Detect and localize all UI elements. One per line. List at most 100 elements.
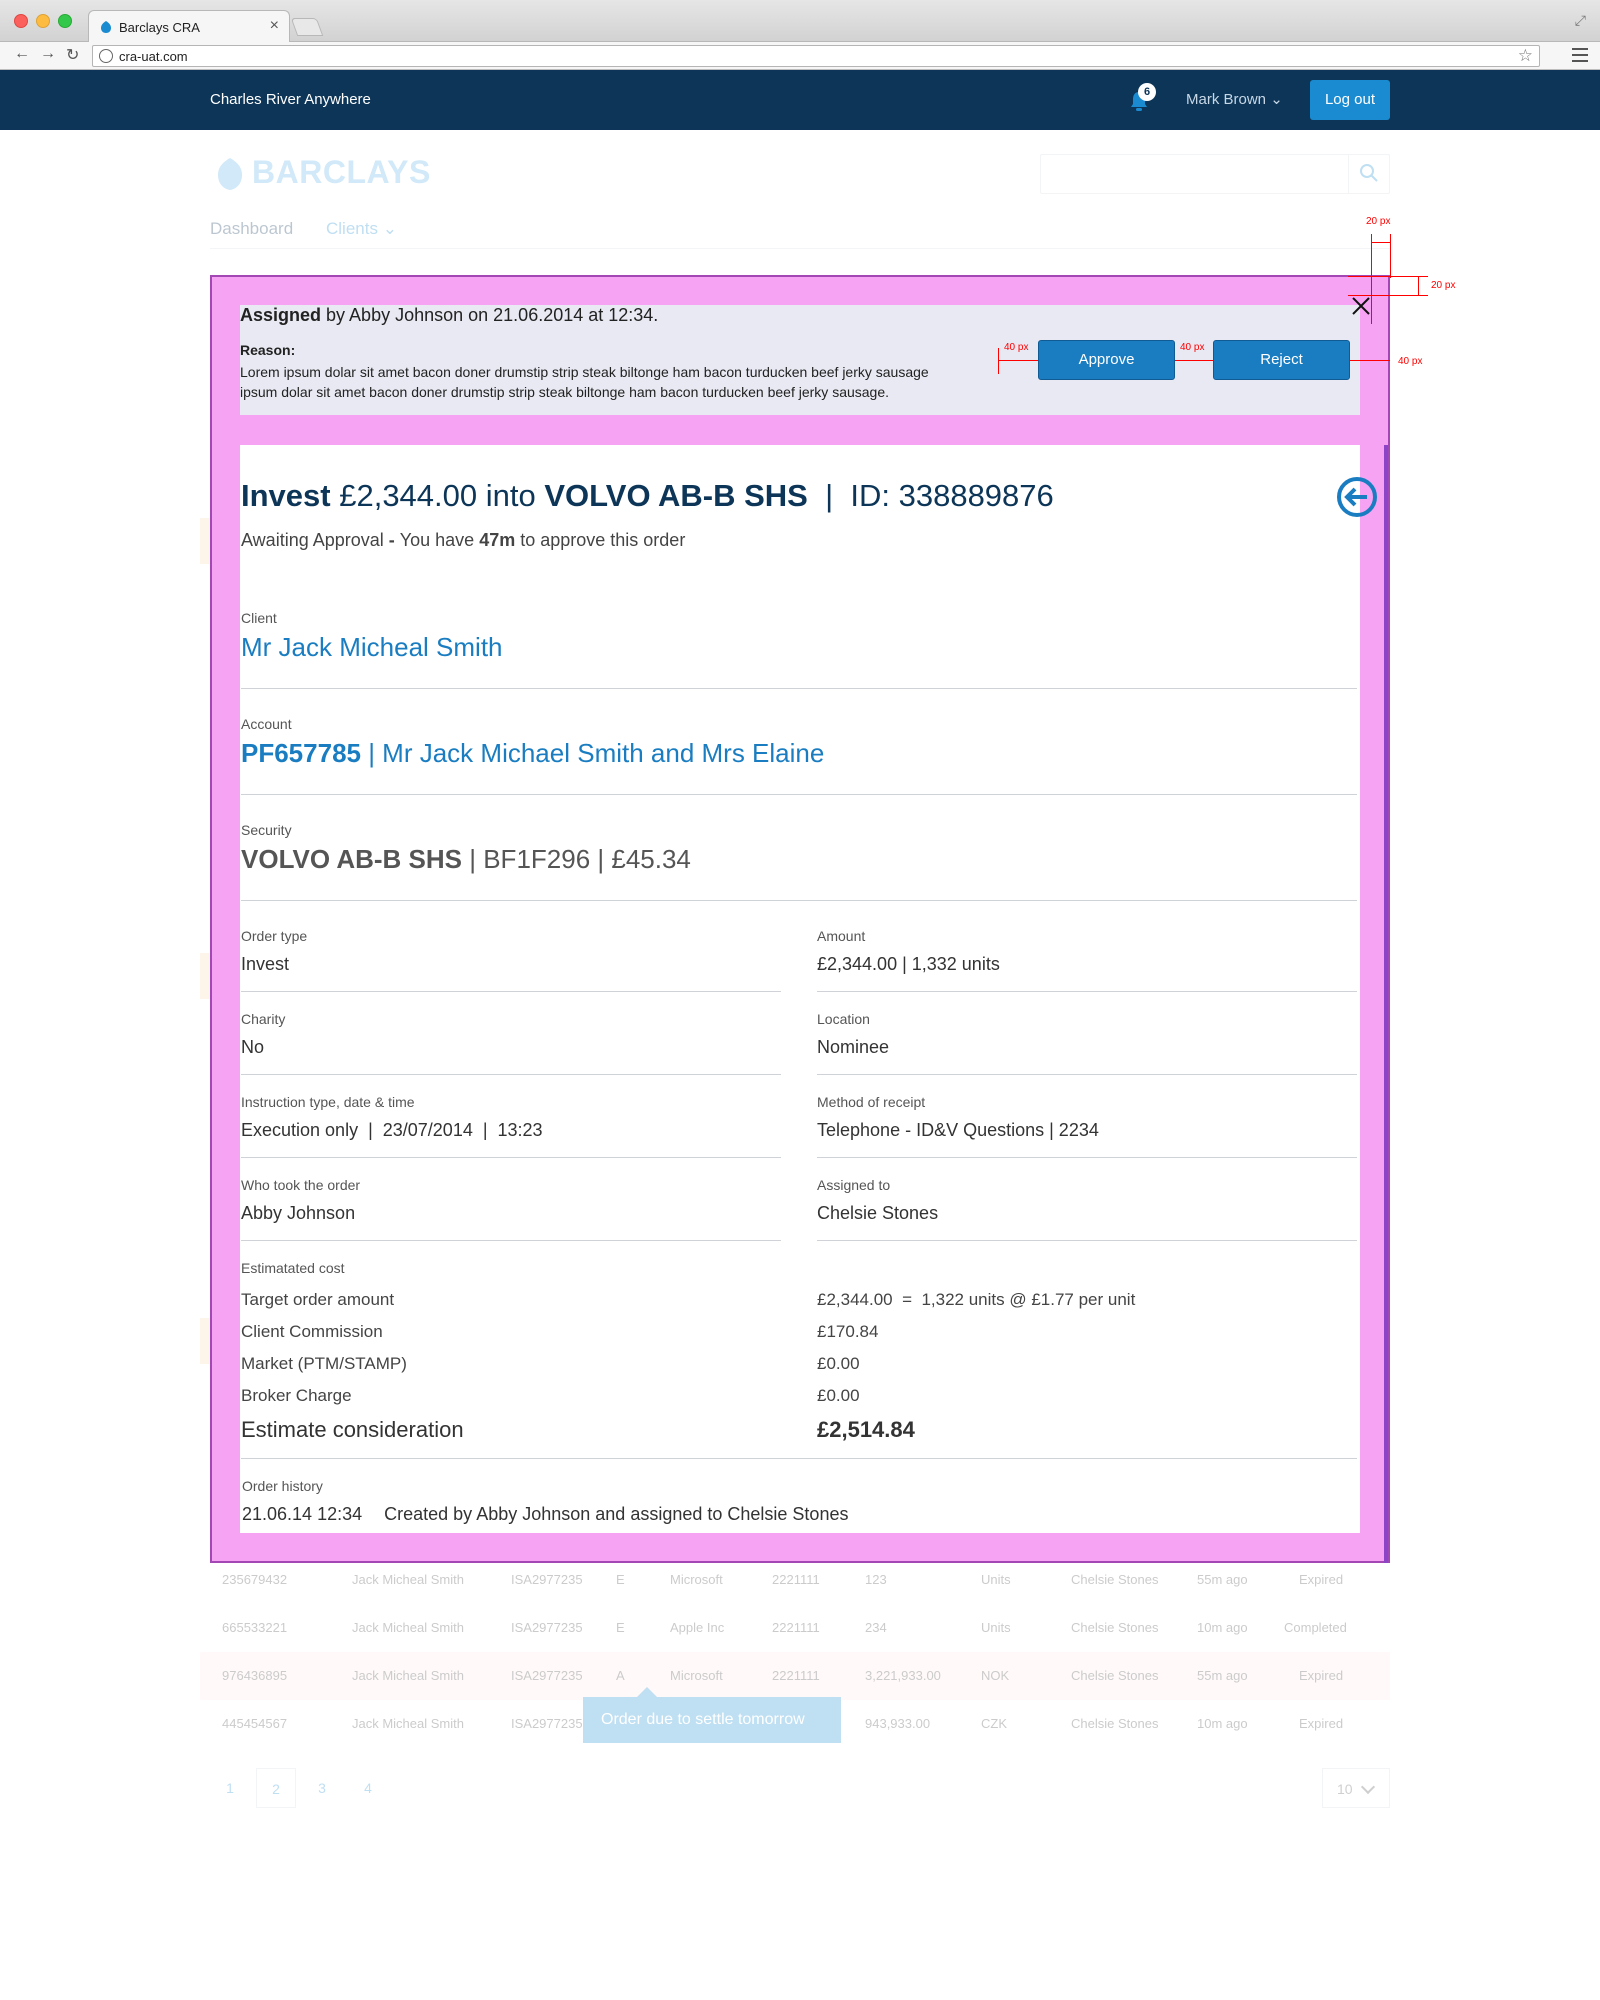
type-cell: E bbox=[616, 1620, 625, 1635]
divider bbox=[817, 991, 1357, 992]
history-mid: and assigned to bbox=[590, 1504, 728, 1524]
instruction-value: Execution only | 23/07/2014 | 13:23 bbox=[241, 1120, 543, 1140]
nav-dashboard[interactable]: Dashboard bbox=[210, 219, 293, 239]
account-cell: ISA2977235 bbox=[511, 1572, 583, 1587]
logout-button[interactable]: Log out bbox=[1310, 80, 1390, 120]
approve-button[interactable]: Approve bbox=[1038, 340, 1175, 380]
order-id: ID: 338889876 bbox=[850, 478, 1054, 513]
annotation-line bbox=[1348, 276, 1428, 277]
annotation-label: 40 px bbox=[1398, 356, 1423, 367]
annotation-line bbox=[1371, 234, 1372, 324]
address-url: cra-uat.com bbox=[119, 49, 188, 64]
fullscreen-icon[interactable]: ⤢ bbox=[1575, 12, 1586, 29]
commission-label: Client Commission bbox=[241, 1322, 383, 1341]
annotation-line bbox=[1418, 276, 1419, 296]
window-zoom-button[interactable] bbox=[58, 14, 72, 28]
unit-cell: Units bbox=[981, 1572, 1011, 1587]
assigned-to-value: Chelsie Stones bbox=[817, 1203, 939, 1223]
unit-cell: CZK bbox=[981, 1716, 1007, 1731]
divider bbox=[241, 1157, 781, 1158]
broker-charge-value: £0.00 bbox=[817, 1386, 860, 1405]
annotation-line bbox=[1390, 234, 1391, 278]
order-amount: £2,344.00 into bbox=[330, 478, 545, 513]
annotation-line bbox=[1175, 360, 1213, 361]
annotation-label: 40 px bbox=[1180, 342, 1205, 353]
order-id-cell: 665533221 bbox=[222, 1620, 288, 1635]
market-label: Market (PTM/STAMP) bbox=[241, 1354, 407, 1373]
row-flag-marker bbox=[200, 1318, 210, 1364]
tab-close-icon[interactable]: × bbox=[270, 17, 279, 35]
history-date: 21.06.14 12:34 bbox=[242, 1504, 363, 1524]
page-2-button[interactable]: 2 bbox=[256, 1768, 296, 1808]
client-cell: Jack Micheal Smith bbox=[352, 1620, 464, 1635]
annotation-label: 20 px bbox=[1431, 280, 1456, 291]
age-cell: 55m ago bbox=[1197, 1668, 1248, 1683]
reload-icon[interactable]: ↻ bbox=[66, 45, 79, 65]
divider bbox=[817, 1074, 1357, 1075]
new-tab-button[interactable] bbox=[290, 18, 324, 36]
order-type-label: Order type bbox=[241, 928, 308, 944]
forward-arrow-icon[interactable]: → bbox=[40, 45, 56, 63]
browser-menu-icon[interactable] bbox=[1572, 48, 1588, 62]
table-row[interactable]: 976436895 Jack Micheal Smith ISA2977235 … bbox=[200, 1652, 1390, 1700]
page-4-button[interactable]: 4 bbox=[348, 1768, 388, 1808]
type-cell: A bbox=[616, 1668, 625, 1683]
broker-charge-label: Broker Charge bbox=[241, 1386, 352, 1405]
assignee-cell: Chelsie Stones bbox=[1071, 1668, 1159, 1683]
charity-value: No bbox=[241, 1037, 265, 1057]
nav-clients[interactable]: Clients ⌄ bbox=[326, 219, 397, 239]
divider bbox=[241, 1240, 781, 1241]
divider bbox=[241, 991, 781, 992]
client-cell: Jack Micheal Smith bbox=[352, 1668, 464, 1683]
annotation-line bbox=[998, 348, 999, 374]
nav-divider bbox=[210, 248, 1390, 249]
search-input[interactable] bbox=[1040, 154, 1390, 194]
window-minimize-button[interactable] bbox=[36, 14, 50, 28]
order-id-cell: 976436895 bbox=[222, 1668, 288, 1683]
method-label: Method of receipt bbox=[817, 1094, 926, 1110]
client-label: Client bbox=[241, 610, 277, 626]
security-cell: Microsoft bbox=[670, 1572, 723, 1587]
account-label: Account bbox=[241, 716, 292, 732]
instruction-label: Instruction type, date & time bbox=[241, 1094, 415, 1110]
search-icon[interactable] bbox=[1359, 163, 1379, 183]
per-page-select[interactable]: 10 bbox=[1322, 1768, 1390, 1808]
address-bar[interactable]: cra-uat.com ☆ bbox=[92, 45, 1540, 67]
reject-button[interactable]: Reject bbox=[1213, 340, 1350, 380]
app-header: Charles River Anywhere 6 Mark Brown ⌄ Lo… bbox=[0, 70, 1600, 130]
target-order-value: £2,344.00 = 1,322 units @ £1.77 per unit bbox=[817, 1290, 1136, 1309]
tab-title: Barclays CRA bbox=[119, 20, 200, 35]
order-verb: Invest bbox=[241, 478, 331, 513]
who-took-label: Who took the order bbox=[241, 1177, 361, 1193]
chevron-down-icon: ⌄ bbox=[382, 219, 397, 238]
location-label: Location bbox=[817, 1011, 870, 1027]
status-cell: Expired bbox=[1299, 1668, 1344, 1683]
account-link[interactable]: PF657785 | Mr Jack Michael Smith and Mrs… bbox=[241, 738, 824, 769]
order-id-cell: 235679432 bbox=[222, 1572, 288, 1587]
status-post-time: to approve this order bbox=[515, 530, 686, 550]
status-cell: Expired bbox=[1299, 1572, 1344, 1587]
account-code: PF657785 bbox=[241, 738, 361, 768]
age-cell: 55m ago bbox=[1197, 1572, 1248, 1587]
security-cell: Microsoft bbox=[670, 1668, 723, 1683]
page-1-button[interactable]: 1 bbox=[210, 1768, 250, 1808]
window-close-button[interactable] bbox=[14, 14, 28, 28]
divider bbox=[817, 1157, 1357, 1158]
table-row[interactable]: 235679432 Jack Micheal Smith ISA2977235 … bbox=[200, 1556, 1390, 1604]
assignee-cell: Chelsie Stones bbox=[1071, 1620, 1159, 1635]
back-arrow-icon[interactable] bbox=[1336, 476, 1378, 518]
browser-tab[interactable]: Barclays CRA × bbox=[88, 10, 290, 42]
unit-cell: NOK bbox=[981, 1668, 1010, 1683]
back-arrow-icon[interactable]: ← bbox=[14, 45, 30, 63]
page-3-button[interactable]: 3 bbox=[302, 1768, 342, 1808]
annotation-line bbox=[1371, 242, 1391, 243]
code-cell: 2221111 bbox=[772, 1572, 820, 1587]
table-row[interactable]: 665533221 Jack Micheal Smith ISA2977235 … bbox=[200, 1604, 1390, 1652]
user-menu[interactable]: Mark Brown ⌄ bbox=[1186, 90, 1283, 108]
status-text: Awaiting Approval bbox=[241, 530, 384, 550]
bookmark-star-icon[interactable]: ☆ bbox=[1518, 46, 1533, 66]
estimated-cost-label: Estimatated cost bbox=[241, 1260, 345, 1276]
user-name: Mark Brown bbox=[1186, 91, 1267, 108]
client-name-link[interactable]: Mr Jack Micheal Smith bbox=[241, 632, 503, 663]
reason-label: Reason: bbox=[240, 342, 296, 358]
